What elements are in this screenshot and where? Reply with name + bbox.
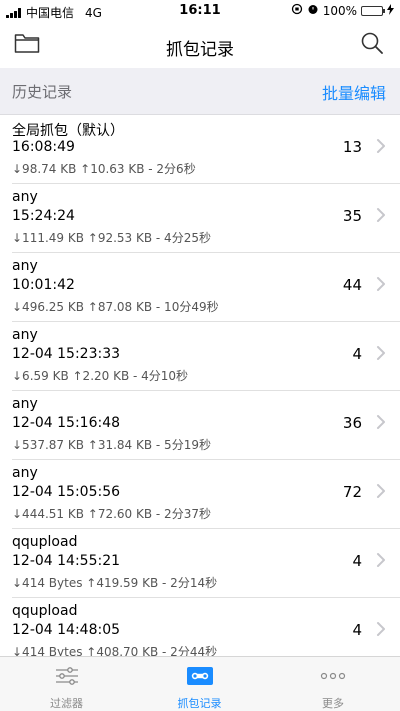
list-item[interactable]: any 15:24:24 ↓111.49 KB ↑92.53 KB - 4分25秒 3… xyxy=(12,184,400,253)
alarm-icon xyxy=(307,3,319,18)
session-stats: ↓6.59 KB ↑2.20 KB - 4分10秒 xyxy=(12,369,189,383)
list-item[interactable]: any 12-04 15:05:56 ↓444.51 KB ↑72.60 KB - … xyxy=(12,460,400,529)
tab-capture-records-label: 抓包记录 xyxy=(177,697,222,710)
session-time: 12-04 15:16:48 xyxy=(12,415,121,431)
more-icon xyxy=(319,665,347,687)
history-list: 全局抓包（默认） 16:08:49 ↓98.74 KB ↑10.63 KB - 2分… xyxy=(0,115,400,667)
status-bar: 中国电信 4G 16:11 100% xyxy=(0,0,400,22)
search-icon[interactable] xyxy=(360,31,386,57)
list-item[interactable]: any 10:01:42 ↓496.25 KB ↑87.08 KB - 10分49秒… xyxy=(12,253,400,322)
session-name: any xyxy=(12,465,38,481)
charging-icon xyxy=(387,3,394,18)
chevron-right-icon xyxy=(376,621,386,637)
tab-more[interactable]: 更多 xyxy=(266,657,400,711)
section-title: 历史记录 xyxy=(12,83,73,101)
request-count: 13 xyxy=(342,138,362,156)
page-title: 抓包记录 xyxy=(166,40,234,60)
list-item[interactable]: 全局抓包（默认） 16:08:49 ↓98.74 KB ↑10.63 KB - 2分… xyxy=(12,115,400,184)
request-count: 4 xyxy=(352,345,362,363)
session-time: 15:24:24 xyxy=(12,208,75,224)
session-name: any xyxy=(12,258,38,274)
session-time: 12-04 14:55:21 xyxy=(12,553,121,569)
tab-capture-records[interactable]: 抓包记录 xyxy=(133,657,266,711)
session-stats: ↓98.74 KB ↑10.63 KB - 2分6秒 xyxy=(12,162,196,176)
chevron-right-icon xyxy=(376,414,386,430)
tab-bar: 过滤器 抓包记录 更多 xyxy=(0,656,400,711)
session-time: 16:08:49 xyxy=(12,139,75,155)
session-name: any xyxy=(12,396,38,412)
tab-filters-label: 过滤器 xyxy=(50,697,83,710)
session-name: any xyxy=(12,327,38,343)
battery-percent: 100% xyxy=(322,3,357,18)
list-item[interactable]: qqupload 12-04 14:55:21 ↓414 Bytes ↑419.59… xyxy=(12,529,400,598)
nav-bar: 抓包记录 xyxy=(0,22,400,68)
chevron-right-icon xyxy=(376,345,386,361)
sliders-icon xyxy=(53,665,81,687)
batch-edit-button[interactable]: 批量编辑 xyxy=(322,80,386,104)
request-count: 36 xyxy=(342,414,362,432)
orientation-lock-icon xyxy=(291,3,303,18)
request-count: 35 xyxy=(342,207,362,225)
session-stats: ↓496.25 KB ↑87.08 KB - 10分49秒 xyxy=(12,300,219,314)
battery-icon xyxy=(361,5,385,16)
chevron-right-icon xyxy=(376,483,386,499)
session-name: any xyxy=(12,189,38,205)
tab-more-label: 更多 xyxy=(322,697,344,710)
session-name: qqupload xyxy=(12,603,78,619)
session-name: 全局抓包（默认） xyxy=(12,123,124,139)
chevron-right-icon xyxy=(376,207,386,223)
chevron-right-icon xyxy=(376,276,386,292)
session-stats: ↓111.49 KB ↑92.53 KB - 4分25秒 xyxy=(12,231,211,245)
chevron-right-icon xyxy=(376,552,386,568)
request-count: 72 xyxy=(342,483,362,501)
session-stats: ↓537.87 KB ↑31.84 KB - 5分19秒 xyxy=(12,438,211,452)
session-time: 12-04 14:48:05 xyxy=(12,622,121,638)
list-item[interactable]: any 12-04 15:23:33 ↓6.59 KB ↑2.20 KB - 4分1… xyxy=(12,322,400,391)
session-time: 12-04 15:05:56 xyxy=(12,484,121,500)
session-name: qqupload xyxy=(12,534,78,550)
request-count: 44 xyxy=(342,276,362,294)
session-stats: ↓414 Bytes ↑419.59 KB - 2分14秒 xyxy=(12,576,218,590)
session-time: 12-04 15:23:33 xyxy=(12,346,121,362)
chevron-right-icon xyxy=(376,138,386,154)
session-time: 10:01:42 xyxy=(12,277,75,293)
section-header: 历史记录 批量编辑 xyxy=(0,68,400,115)
tab-filters[interactable]: 过滤器 xyxy=(0,657,133,711)
session-stats: ↓444.51 KB ↑72.60 KB - 2分37秒 xyxy=(12,507,211,521)
tape-icon xyxy=(186,665,214,687)
status-right: 100% xyxy=(291,3,394,18)
request-count: 4 xyxy=(352,621,362,639)
list-item[interactable]: any 12-04 15:16:48 ↓537.87 KB ↑31.84 KB - … xyxy=(12,391,400,460)
request-count: 4 xyxy=(352,552,362,570)
